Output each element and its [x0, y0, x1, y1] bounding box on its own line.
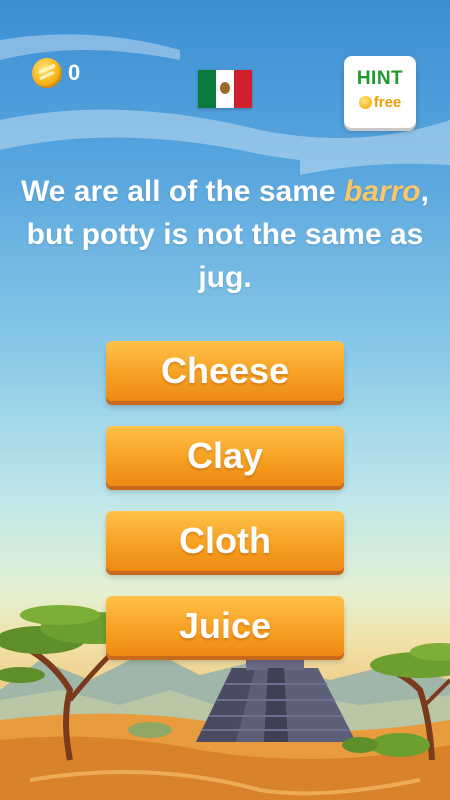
question-highlight-word: barro — [343, 175, 421, 208]
answer-button-clay[interactable]: Clay — [106, 426, 344, 486]
hint-title: HINT — [356, 68, 404, 89]
hint-free-label: free — [373, 94, 402, 111]
mexico-flag-icon — [198, 70, 252, 108]
hint-button[interactable]: HINT free — [344, 56, 416, 128]
answer-button-cloth[interactable]: Cloth — [106, 511, 344, 571]
hint-free-row: free — [344, 94, 416, 111]
coin-icon — [358, 96, 372, 109]
coin-counter: 0 — [32, 58, 80, 88]
coin-icon — [32, 58, 62, 88]
answer-button-cheese[interactable]: Cheese — [106, 341, 344, 401]
answer-options: Cheese Clay Cloth Juice — [106, 341, 344, 681]
answer-button-juice[interactable]: Juice — [106, 596, 344, 656]
question-before: We are all of the same — [21, 175, 344, 208]
game-screen: 0 HINT free We are all of the same barro… — [0, 0, 450, 800]
question-text: We are all of the same barro, but potty … — [20, 170, 430, 299]
coin-count: 0 — [68, 60, 81, 85]
